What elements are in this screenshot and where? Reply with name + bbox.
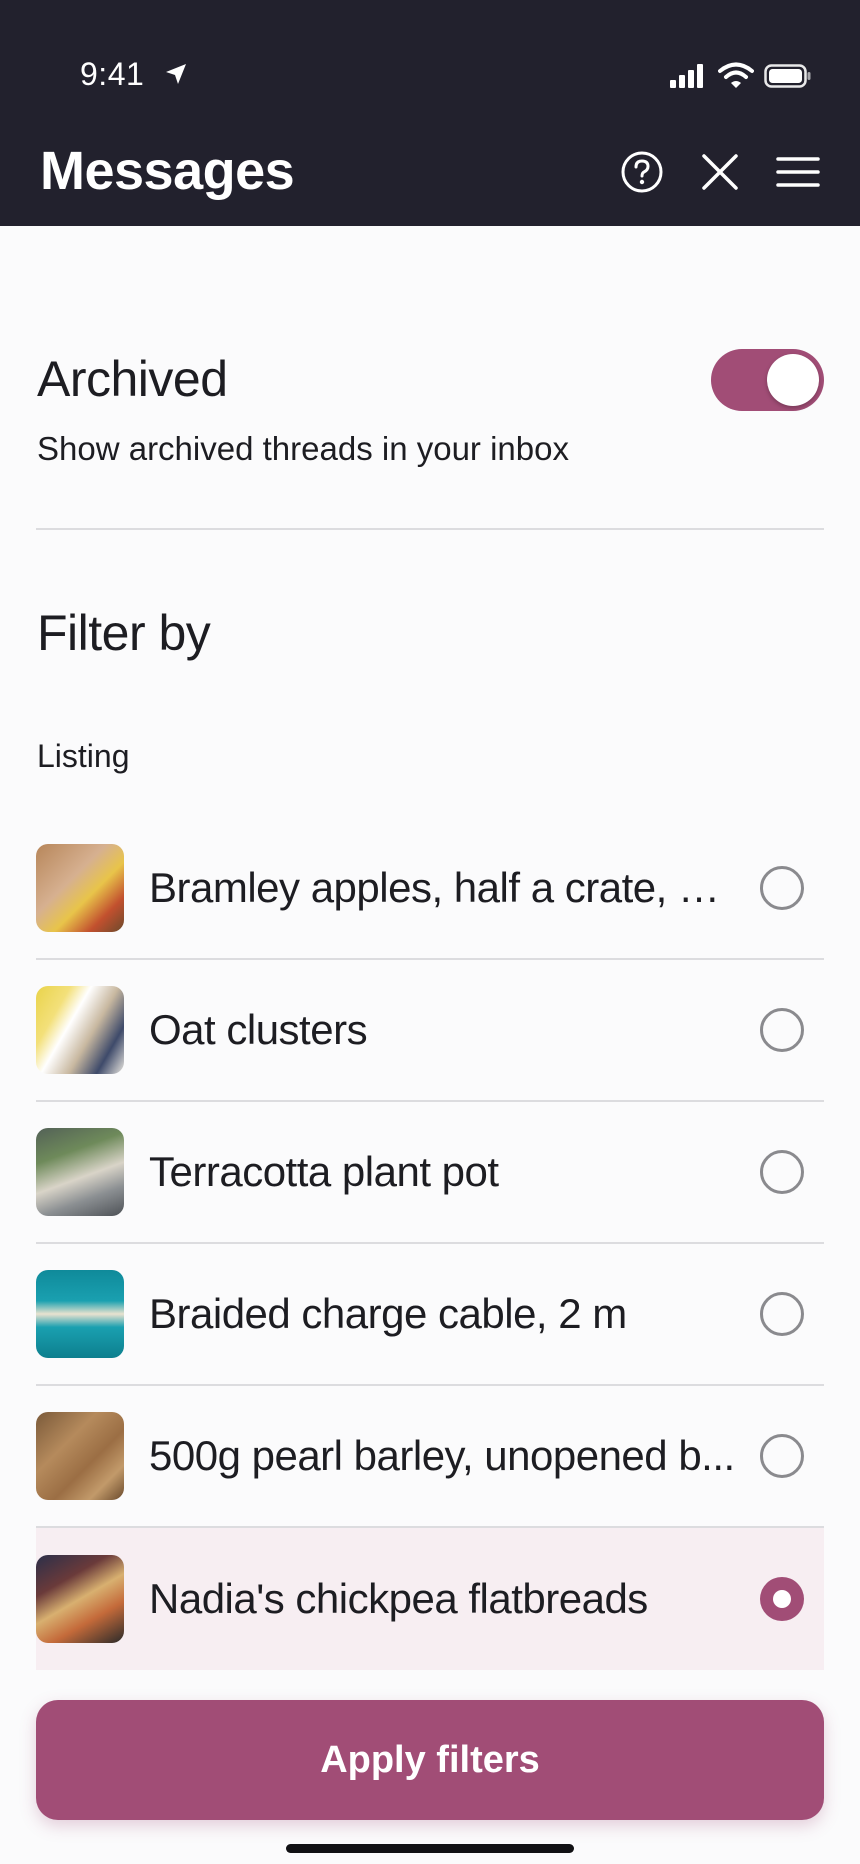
listing-label-text: Terracotta plant pot [149, 1148, 499, 1195]
cellular-signal-icon [670, 64, 703, 88]
home-indicator [286, 1844, 574, 1853]
listing-list: Bramley apples, half a crate, co... Oat … [36, 818, 824, 1670]
archived-description: Show archived threads in your inbox [37, 430, 569, 467]
listing-label-text: Oat clusters [149, 1006, 368, 1053]
apply-filters-button[interactable]: Apply filters [36, 1700, 824, 1820]
archived-title: Archived [37, 351, 228, 407]
radio-button[interactable] [760, 1150, 804, 1194]
listing-thumbnail [36, 844, 124, 932]
listing-row[interactable]: Bramley apples, half a crate, co... [36, 818, 824, 960]
listing-row[interactable]: Terracotta plant pot [36, 1102, 824, 1244]
status-time: 9:41 [80, 56, 145, 92]
listing-thumbnail [36, 1412, 124, 1500]
help-button[interactable] [618, 148, 666, 196]
close-icon [702, 154, 738, 190]
listing-label-text: 500g pearl barley, unopened b... [149, 1432, 735, 1479]
radio-button[interactable] [760, 1008, 804, 1052]
listing-row-selected[interactable]: Nadia's chickpea flatbreads [36, 1528, 824, 1670]
listing-label-text: Braided charge cable, 2 m [149, 1290, 627, 1337]
listing-label: Listing [37, 738, 130, 774]
help-icon [621, 151, 663, 193]
listing-label-text: Bramley apples, half a crate, co... [149, 864, 739, 911]
radio-button[interactable] [760, 1434, 804, 1478]
wifi-icon [718, 62, 754, 88]
top-bar: 9:41 Messages [0, 0, 860, 226]
archived-toggle[interactable] [711, 349, 824, 411]
location-arrow-icon [166, 64, 186, 84]
radio-button-selected[interactable] [760, 1577, 804, 1621]
radio-button[interactable] [760, 1292, 804, 1336]
listing-thumbnail [36, 1128, 124, 1216]
listing-row[interactable]: 500g pearl barley, unopened b... [36, 1386, 824, 1528]
listing-thumbnail [36, 986, 124, 1074]
listing-row[interactable]: Oat clusters [36, 960, 824, 1102]
listing-label-text: Nadia's chickpea flatbreads [149, 1575, 648, 1622]
listing-thumbnail [36, 1270, 124, 1358]
toggle-knob [767, 354, 819, 406]
page-title: Messages [40, 141, 295, 201]
battery-icon [764, 64, 811, 88]
radio-button[interactable] [760, 866, 804, 910]
menu-button[interactable] [774, 148, 822, 196]
listing-thumbnail [36, 1555, 124, 1643]
filter-title: Filter by [37, 605, 211, 661]
listing-row[interactable]: Braided charge cable, 2 m [36, 1244, 824, 1386]
section-divider [36, 528, 824, 530]
menu-icon [776, 157, 820, 187]
close-button[interactable] [696, 148, 744, 196]
